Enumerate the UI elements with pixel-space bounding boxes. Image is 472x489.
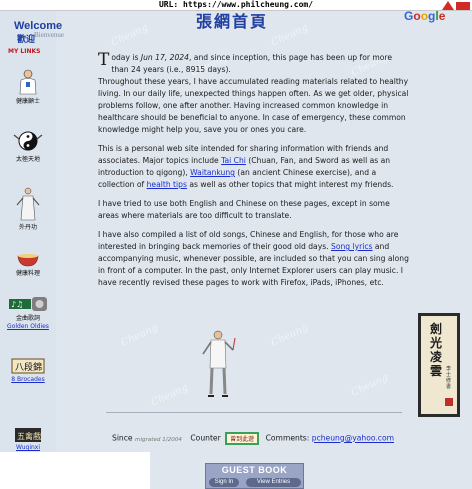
sidebar-item-label: 外丹功 — [18, 224, 37, 231]
topics-paragraph: This is a personal web site intended for… — [98, 143, 410, 191]
svg-text:八段錦: 八段錦 — [15, 361, 42, 373]
watermark-text: Cheung — [119, 322, 160, 349]
sidebar-item-health[interactable]: 健康顧士 — [0, 69, 56, 105]
intro-text: Throughout these years, I have accumulat… — [98, 77, 409, 134]
sign-in-button[interactable]: Sign In — [209, 478, 239, 487]
welcome-cn-text: 歡迎 — [17, 34, 36, 44]
brocade-sign-icon: 八段錦 — [11, 358, 45, 374]
calligraphy-char: 劍 — [429, 322, 442, 336]
five-animals-sign-icon: 五禽戲 — [15, 428, 41, 442]
divider — [106, 412, 402, 413]
watermark-text: Cheung — [269, 322, 310, 349]
comments-label: Comments: — [265, 433, 310, 443]
visit-counter: 曾到此遊 — [225, 432, 260, 445]
sidebar-item-recipes[interactable]: 健康料理 — [0, 251, 56, 277]
sidebar-item-label: 金曲歌詞 — [15, 315, 40, 322]
email-link[interactable]: pcheung@yahoo.com — [312, 434, 394, 443]
watermark-text: Cheung — [349, 372, 390, 399]
sidebar-item-waitankung[interactable]: 外丹功 — [0, 187, 56, 231]
tai-chi-link[interactable]: Tai Chi — [221, 156, 246, 165]
guest-book-widget: GUEST BOOK Sign In View Entries — [205, 463, 304, 489]
topics-text: as well as other topics that might inter… — [186, 180, 394, 189]
calligraphy-inscription: 李士修書 — [446, 366, 452, 390]
google-letter: o — [413, 9, 421, 23]
drop-cap: T — [98, 50, 110, 70]
google-letter: e — [438, 9, 446, 23]
sidebar: Welcome歡迎 Bienvenue MY LINKS 健康顧士 太極天地 外… — [0, 11, 64, 489]
calligraphy-scroll: 劍 光 凌 雲 李士修書 — [418, 313, 460, 417]
songs-paragraph: I have also compiled a list of old songs… — [98, 229, 410, 289]
page-title: 張網首頁 — [196, 12, 269, 31]
watermark-text: Cheung — [269, 22, 310, 49]
calligraphy-text: 劍 光 凌 雲 — [429, 322, 443, 378]
current-date: Jun 17, 2024 — [140, 53, 189, 62]
sidebar-item-wuqinxi[interactable]: 五禽戲 Wuqinxi — [0, 427, 56, 451]
counter-label: Counter — [190, 433, 221, 443]
sidebar-item-sublabel: 8 Brocades — [11, 376, 45, 383]
footer: Since migrated 1/2004 Counter 曾到此遊 Comme… — [112, 432, 394, 445]
sidebar-item-golden-oldies[interactable]: ♪♫ 金曲歌詞 Golden Oldies — [0, 296, 56, 330]
view-entries-button[interactable]: View Entries — [246, 478, 301, 487]
main-content: Today is Jun 17, 2024, and since incepti… — [98, 52, 410, 296]
language-paragraph: I have tried to use both English and Chi… — [98, 199, 390, 220]
bowl-icon — [17, 254, 39, 267]
sidebar-item-taichi[interactable]: 太極天地 — [0, 129, 56, 163]
calligraphy-char: 雲 — [429, 364, 442, 378]
sidebar-heading: MY LINKS — [8, 48, 41, 55]
health-tips-link[interactable]: health tips — [147, 180, 187, 189]
qigong-figure-icon — [16, 187, 40, 221]
google-letter: o — [420, 9, 429, 23]
sidebar-item-sublabel: Golden Oldies — [7, 323, 49, 330]
watermark-text: Cheung — [109, 22, 150, 49]
guest-book-title: GUEST BOOK — [221, 465, 288, 475]
blank-panel — [0, 452, 150, 489]
sidebar-item-label: 健康料理 — [15, 270, 40, 277]
intro-paragraph: Today is Jun 17, 2024, and since incepti… — [98, 52, 410, 136]
sidebar-item-label: 太極天地 — [15, 156, 40, 163]
seal-stamp — [445, 398, 453, 406]
svg-text:♪♫: ♪♫ — [11, 300, 23, 309]
google-search-link[interactable]: Google — [404, 9, 445, 23]
calligraphy-char: 凌 — [429, 350, 442, 364]
migrated-note: migrated 1/2004 — [135, 436, 182, 443]
music-notes-icon: ♪♫ — [9, 297, 47, 311]
tai-chi-figure-image — [202, 330, 236, 397]
since-label: Since — [112, 433, 133, 443]
bienvenue-text: Bienvenue — [34, 31, 64, 39]
google-letter: G — [404, 9, 414, 23]
watermark-text: Cheung — [149, 382, 190, 409]
waitankung-link[interactable]: Waitankung — [190, 168, 235, 177]
svg-text:五禽戲: 五禽戲 — [17, 431, 41, 441]
sidebar-item-label: 健康顧士 — [15, 98, 40, 105]
sidebar-item-sublabel: Wuqinxi — [15, 444, 41, 451]
calligraphy-char: 光 — [429, 336, 442, 350]
sidebar-item-brocades[interactable]: 八段錦 8 Brocades — [0, 357, 56, 383]
song-lyrics-link[interactable]: Song lyrics — [331, 242, 372, 251]
doctor-icon — [19, 69, 37, 95]
intro-text: oday is — [111, 53, 141, 62]
yin-yang-icon — [13, 131, 43, 151]
